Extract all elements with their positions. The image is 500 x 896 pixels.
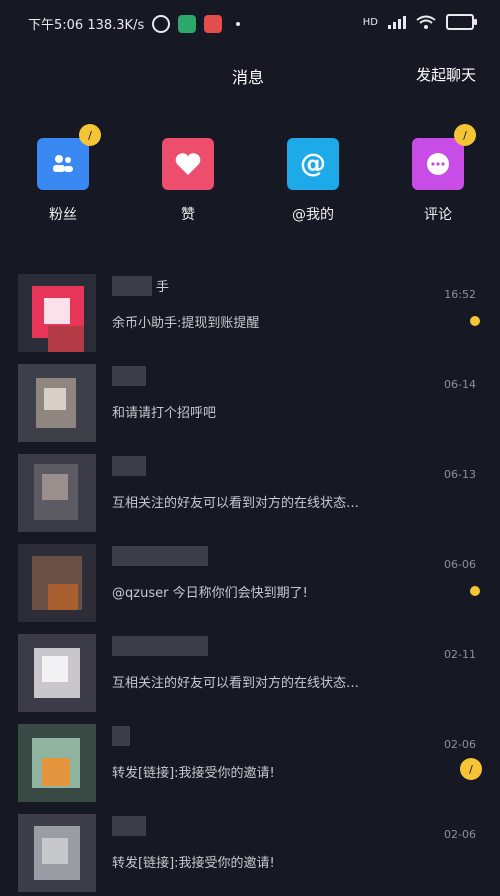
- blurred-name: [112, 546, 208, 566]
- blurred-name: [112, 726, 130, 746]
- fans-label: 粉丝: [49, 207, 77, 223]
- page-title: 消息: [232, 68, 265, 87]
- unread-badge: /: [460, 758, 482, 780]
- comment-icon: /: [412, 124, 476, 190]
- conversation-row[interactable]: @qzuser 今日称你们会快到期了! 06-06: [0, 536, 500, 626]
- network-type-label: HD: [362, 16, 378, 28]
- last-message: 转发[链接]:我接受你的邀请!: [112, 766, 275, 781]
- message-time: 16:52: [444, 288, 476, 301]
- likes-entry[interactable]: 赞: [148, 138, 228, 224]
- comments-badge: /: [454, 124, 476, 146]
- mentions-entry[interactable]: @ @我的: [273, 138, 353, 224]
- more-notifications-dot: [236, 21, 241, 26]
- status-time-speed: 下午5:06 138.3K/s: [28, 18, 145, 33]
- avatar: [18, 274, 96, 352]
- signal-icon: [388, 15, 406, 29]
- message-time: 02-06: [444, 828, 476, 841]
- notification-app-icon: [204, 14, 223, 33]
- conversation-row[interactable]: 互相关注的好友可以看到对方的在线状态… 06-13: [0, 446, 500, 536]
- fans-badge: /: [79, 124, 101, 146]
- blurred-name: [112, 366, 146, 386]
- unread-dot: [470, 586, 480, 596]
- top-bar: 消息 发起聊天: [0, 48, 500, 98]
- blurred-name: [112, 636, 208, 656]
- status-bar: 下午5:06 138.3K/s HD: [0, 0, 500, 48]
- comments-entry[interactable]: / 评论: [398, 124, 478, 224]
- avatar: [18, 814, 96, 892]
- wifi-icon: [416, 15, 436, 29]
- quick-actions: / 粉丝 赞 @ @我的 / 评论: [0, 120, 500, 230]
- conversation-row[interactable]: 和请请打个招呼吧 06-14: [0, 356, 500, 446]
- avatar: [18, 724, 96, 802]
- likes-label: 赞: [181, 207, 195, 223]
- last-message: 互相关注的好友可以看到对方的在线状态…: [112, 496, 360, 511]
- alarm-clock-icon: [152, 14, 171, 33]
- avatar: [18, 634, 96, 712]
- avatar: [18, 544, 96, 622]
- blurred-name: [112, 276, 152, 296]
- last-message: @qzuser 今日称你们会快到期了!: [112, 586, 308, 601]
- message-time: 06-06: [444, 558, 476, 571]
- avatar: [18, 454, 96, 532]
- conversation-row[interactable]: 转发[链接]:我接受你的邀请! 02-06 /: [0, 716, 500, 806]
- unread-dot: [470, 316, 480, 326]
- message-time: 02-06: [444, 738, 476, 751]
- fans-entry[interactable]: / 粉丝: [23, 124, 103, 224]
- start-chat-button[interactable]: 发起聊天: [416, 64, 476, 85]
- heart-icon: [162, 138, 214, 190]
- blurred-name: [112, 456, 146, 476]
- message-time: 06-13: [444, 468, 476, 481]
- battery-icon: [446, 14, 477, 30]
- status-right: HD: [362, 14, 477, 30]
- last-message: 和请请打个招呼吧: [112, 406, 217, 421]
- message-time: 02-11: [444, 648, 476, 661]
- blurred-name: [112, 816, 146, 836]
- conversation-row[interactable]: 互相关注的好友可以看到对方的在线状态… 02-11: [0, 626, 500, 716]
- at-icon: @: [287, 138, 339, 190]
- mentions-label: @我的: [292, 207, 334, 223]
- conversation-row[interactable]: 手 余币小助手:提现到账提醒 16:52: [0, 266, 500, 356]
- shield-app-icon: [178, 14, 197, 33]
- comments-label: 评论: [424, 207, 452, 223]
- avatar: [18, 364, 96, 442]
- message-time: 06-14: [444, 378, 476, 391]
- last-message: 转发[链接]:我接受你的邀请!: [112, 856, 275, 871]
- fans-icon: /: [37, 124, 101, 190]
- conversation-row[interactable]: 转发[链接]:我接受你的邀请! 02-06: [0, 806, 500, 896]
- contact-name: 手: [156, 280, 170, 295]
- status-left: 下午5:06 138.3K/s: [28, 14, 241, 33]
- last-message: 余币小助手:提现到账提醒: [112, 316, 260, 331]
- last-message: 互相关注的好友可以看到对方的在线状态…: [112, 676, 360, 691]
